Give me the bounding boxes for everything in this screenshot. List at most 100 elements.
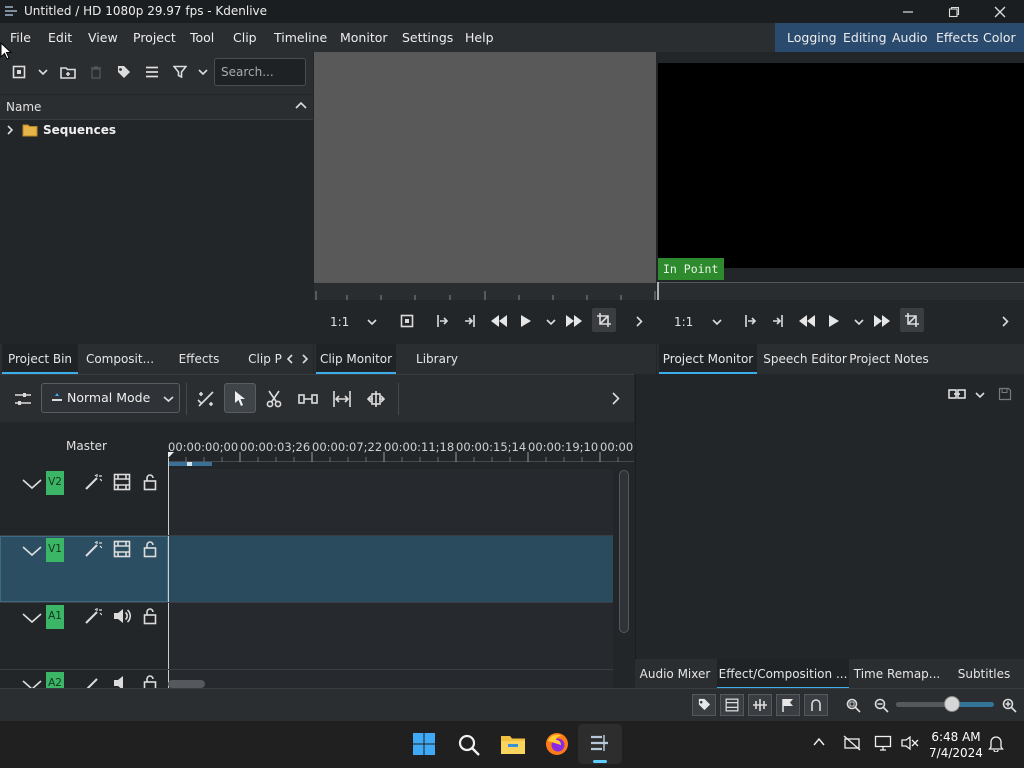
clip-crop-button[interactable] — [592, 308, 616, 332]
track-tag-v1[interactable]: V1 — [46, 538, 64, 562]
add-clip-icon[interactable] — [12, 65, 26, 79]
multicam-tool-icon[interactable] — [366, 390, 386, 408]
compare-icon[interactable] — [948, 388, 966, 400]
tab-scroll-right-icon[interactable] — [302, 354, 309, 364]
timeline-horizontal-scrollbar[interactable] — [168, 680, 205, 688]
menu-settings[interactable]: Settings — [402, 30, 453, 45]
timeline-vertical-scrollbar[interactable] — [619, 470, 629, 633]
show-markers-button[interactable] — [692, 694, 716, 716]
menu-timeline[interactable]: Timeline — [274, 30, 327, 45]
tab-project-bin[interactable]: Project Bin — [2, 344, 78, 374]
layout-effects[interactable]: Effects — [936, 30, 979, 45]
menu-clip[interactable]: Clip — [233, 30, 257, 45]
project-play-icon[interactable] — [828, 314, 840, 328]
windows-start-icon[interactable] — [412, 732, 436, 756]
slip-tool-icon[interactable] — [298, 392, 318, 406]
speaker-icon[interactable] — [113, 607, 131, 625]
maximize-button[interactable] — [931, 0, 977, 23]
layout-audio[interactable]: Audio — [892, 30, 928, 45]
tab-clip-monitor[interactable]: Clip Monitor — [316, 344, 396, 374]
show-audio-thumbnails-button[interactable] — [748, 694, 772, 716]
razor-tool-icon[interactable] — [266, 390, 282, 408]
menu-help[interactable]: Help — [465, 30, 494, 45]
tab-effects[interactable]: Effects — [166, 344, 232, 374]
film-icon[interactable] — [113, 540, 131, 558]
show-guides-button[interactable] — [776, 694, 800, 716]
edit-mode-chevron-icon[interactable] — [163, 395, 174, 403]
project-monitor-ruler[interactable] — [657, 282, 1024, 300]
firefox-icon[interactable] — [545, 732, 569, 756]
menu-project[interactable]: Project — [133, 30, 176, 45]
expand-chevron-icon[interactable] — [6, 125, 14, 135]
show-thumbnails-button[interactable] — [720, 694, 744, 716]
menu-monitor[interactable]: Monitor — [340, 30, 388, 45]
delete-icon[interactable] — [90, 66, 102, 79]
tray-chevron-up-icon[interactable] — [813, 737, 825, 747]
clip-more-chevron-icon[interactable] — [636, 316, 643, 327]
timeline-more-chevron-icon[interactable] — [612, 392, 620, 405]
project-set-in-icon[interactable] — [743, 314, 757, 328]
track-lane-a1[interactable] — [169, 603, 613, 669]
zoom-fit-icon[interactable] — [846, 698, 861, 713]
project-monitor-display[interactable] — [658, 63, 1024, 268]
zoom-slider-handle[interactable] — [944, 696, 960, 712]
zoom-in-icon[interactable] — [1002, 698, 1017, 713]
collapse-track-icon[interactable] — [22, 478, 42, 490]
track-settings-icon[interactable] — [14, 391, 32, 407]
lock-icon[interactable] — [143, 607, 157, 625]
sequences-folder-label[interactable]: Sequences — [43, 123, 116, 137]
tab-speech-editor[interactable]: Speech Editor — [761, 344, 849, 374]
spacer-tool-icon[interactable] — [197, 390, 215, 408]
save-effect-icon[interactable] — [998, 387, 1012, 401]
tab-scroll-left-icon[interactable] — [286, 354, 293, 364]
snap-button[interactable] — [804, 694, 828, 716]
track-lane-v1[interactable] — [169, 536, 613, 602]
zoom-out-icon[interactable] — [874, 698, 889, 713]
project-play-options-chevron-icon[interactable] — [854, 318, 864, 326]
clip-zoom-select[interactable]: 1:1 — [330, 315, 349, 329]
speaker-icon[interactable] — [113, 674, 131, 688]
film-icon[interactable] — [113, 473, 131, 491]
track-tag-v2[interactable]: V2 — [46, 471, 64, 495]
filter-icon[interactable] — [173, 65, 187, 79]
track-tag-a2[interactable]: A2 — [46, 672, 64, 688]
tab-project-notes[interactable]: Project Notes — [849, 344, 929, 374]
tab-compositions[interactable]: Composit... — [82, 344, 158, 374]
tab-effect-composition[interactable]: Effect/Composition ... — [717, 659, 849, 689]
tab-library[interactable]: Library — [406, 344, 468, 374]
volume-muted-icon[interactable] — [901, 735, 919, 751]
layout-logging[interactable]: Logging — [787, 30, 837, 45]
clip-set-out-icon[interactable] — [463, 314, 477, 328]
system-clock[interactable]: 6:48 AM 7/4/2024 — [924, 729, 988, 761]
clip-monitor-display[interactable] — [314, 52, 656, 282]
bin-search-input[interactable]: Search... — [214, 58, 306, 86]
select-tool-button[interactable] — [224, 383, 256, 413]
sort-chevron-up-icon[interactable] — [295, 102, 307, 110]
track-lane-v2[interactable] — [169, 469, 613, 535]
tab-time-remap[interactable]: Time Remap... — [853, 659, 941, 689]
filter-dropdown-icon[interactable] — [198, 68, 208, 76]
notifications-bell-icon[interactable] — [988, 735, 1004, 752]
clip-set-in-icon[interactable] — [435, 314, 449, 328]
track-tag-a1[interactable]: A1 — [46, 605, 64, 629]
track-effects-icon[interactable] — [84, 674, 102, 688]
menu-tool[interactable]: Tool — [190, 30, 214, 45]
close-button[interactable] — [977, 0, 1023, 23]
track-effects-icon[interactable] — [84, 473, 102, 491]
tab-audio-mixer[interactable]: Audio Mixer — [635, 659, 715, 689]
ripple-tool-icon[interactable] — [332, 390, 352, 408]
lock-icon[interactable] — [143, 540, 157, 558]
collapse-track-icon[interactable] — [22, 545, 42, 557]
project-crop-button[interactable] — [900, 308, 924, 332]
project-set-out-icon[interactable] — [771, 314, 785, 328]
search-icon[interactable] — [457, 733, 481, 757]
tab-clip-properties[interactable]: Clip P — [240, 344, 290, 374]
clip-zoom-chevron-icon[interactable] — [367, 318, 377, 326]
track-lane-a2[interactable] — [169, 670, 613, 688]
menu-file[interactable]: File — [10, 30, 31, 45]
project-rewind-icon[interactable] — [798, 314, 816, 328]
clip-fullscreen-icon[interactable] — [400, 314, 414, 328]
clip-play-icon[interactable] — [520, 314, 532, 328]
tab-project-monitor[interactable]: Project Monitor — [659, 344, 757, 374]
lock-icon[interactable] — [143, 473, 157, 491]
